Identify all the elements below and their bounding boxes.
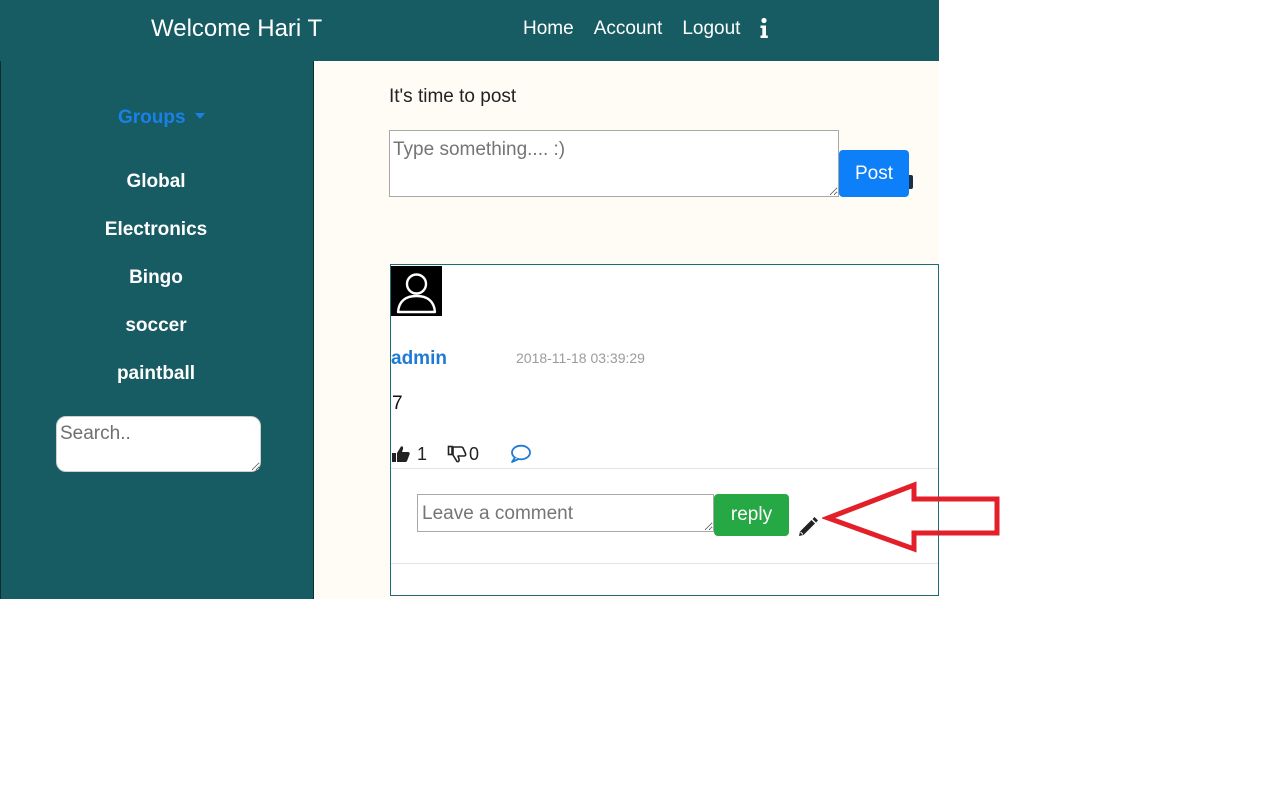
thumbs-down-icon[interactable]	[447, 444, 467, 464]
caret-down-icon	[194, 113, 205, 119]
reply-button[interactable]: reply	[714, 494, 789, 536]
group-item-soccer[interactable]: soccer	[1, 314, 311, 362]
group-item-electronics[interactable]: Electronics	[1, 218, 311, 266]
groups-label: Groups	[118, 107, 186, 128]
welcome-text: Welcome Hari T	[151, 15, 323, 42]
top-navbar: Welcome Hari T Home Account Logout	[0, 0, 939, 62]
group-list: Global Electronics Bingo soccer paintbal…	[1, 170, 311, 410]
red-arrow-annotation	[822, 481, 1000, 553]
post-button[interactable]: Post	[839, 150, 909, 197]
post-prompt: It's time to post	[389, 86, 517, 107]
main-nav: Home Account Logout	[523, 16, 770, 42]
search-input[interactable]	[56, 416, 261, 472]
thumbs-up-icon[interactable]	[391, 444, 411, 464]
post-actions: 1 0	[391, 441, 531, 467]
group-item-paintball[interactable]: paintball	[1, 362, 311, 410]
user-avatar-icon	[391, 266, 442, 316]
dislikes-count: 0	[469, 444, 480, 464]
group-item-bingo[interactable]: Bingo	[1, 266, 311, 314]
group-item-global[interactable]: Global	[1, 170, 311, 218]
nav-account-link[interactable]: Account	[594, 17, 663, 41]
comment-input[interactable]	[417, 494, 714, 532]
comment-icon[interactable]	[509, 444, 531, 464]
nav-logout-link[interactable]: Logout	[682, 17, 740, 41]
pencil-icon[interactable]	[797, 516, 819, 538]
post-author-link[interactable]: admin	[391, 347, 447, 371]
nav-home-link[interactable]: Home	[523, 17, 574, 41]
info-icon[interactable]	[758, 17, 770, 41]
post-body: 7	[392, 393, 403, 414]
post-input[interactable]	[389, 130, 839, 197]
groups-dropdown[interactable]: Groups	[118, 106, 205, 130]
post-timestamp: 2018-11-18 03:39:29	[516, 350, 645, 366]
likes-count: 1	[417, 444, 428, 464]
sidebar: Groups Global Electronics Bingo soccer p…	[0, 61, 314, 599]
